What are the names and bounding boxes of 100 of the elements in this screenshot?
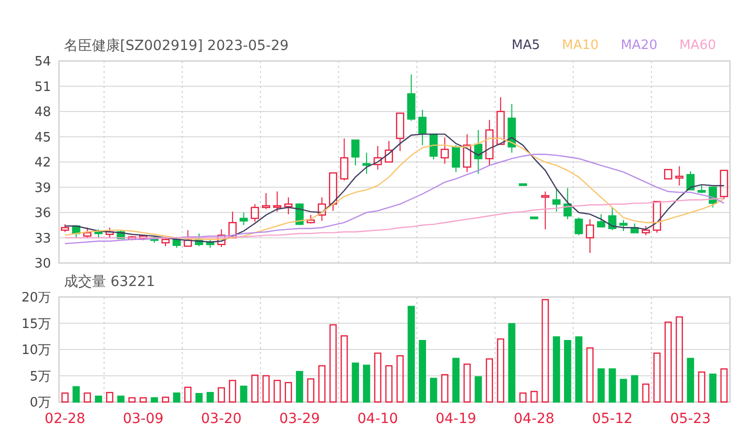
chart-title: 成交量 63221	[64, 272, 155, 292]
volume-bar	[575, 336, 582, 403]
volume-bar	[284, 382, 292, 403]
axis-tick-label: 36	[34, 206, 51, 221]
volume-bar	[106, 392, 114, 403]
candlestick	[452, 144, 460, 173]
candlestick	[351, 140, 360, 166]
candlestick	[463, 134, 472, 173]
volume-bar	[374, 352, 382, 403]
volume-bar	[195, 393, 203, 403]
volume-bar	[497, 338, 504, 403]
candlestick	[161, 236, 170, 247]
candlestick	[518, 183, 528, 186]
candlestick	[206, 238, 214, 248]
candlestick	[407, 74, 416, 122]
candlestick	[619, 220, 628, 232]
candlestick	[374, 146, 382, 170]
volume-bar	[385, 365, 393, 403]
candlestick	[664, 168, 672, 180]
volume-bar	[519, 392, 527, 403]
date-label: 03-20	[201, 411, 242, 427]
volume-bar	[430, 378, 438, 403]
volume-bar	[720, 368, 728, 403]
candlestick	[172, 236, 181, 248]
candlestick	[597, 214, 606, 228]
axis-tick-label: 5万	[30, 369, 51, 384]
volume-bar	[698, 371, 706, 403]
volume-bar	[274, 380, 281, 403]
candlestick	[642, 225, 650, 236]
candlestick	[328, 172, 338, 212]
candlestick	[630, 222, 639, 234]
date-label: 02-28	[44, 411, 86, 427]
axis-tick-label: 15万	[21, 316, 51, 332]
candlestick	[675, 166, 684, 186]
volume-bar	[653, 352, 661, 403]
candlestick	[586, 218, 594, 254]
candlestick	[430, 134, 438, 160]
axis-tick-label: 51	[34, 80, 51, 95]
date-label: 04-10	[357, 411, 398, 427]
volume-bar	[564, 340, 572, 403]
candlestick	[60, 224, 70, 232]
volume-bar	[84, 392, 91, 403]
date-label: 03-29	[279, 411, 320, 427]
legend-label: MA20	[620, 37, 658, 56]
volume-bar	[150, 397, 158, 403]
volume-bar	[631, 375, 638, 403]
volume-bar	[464, 364, 471, 403]
volume-bar	[586, 347, 594, 403]
candlestick	[306, 214, 315, 224]
volume-bar	[184, 386, 192, 403]
candlestick	[228, 211, 237, 240]
candlestick	[686, 170, 695, 190]
candlestick	[273, 190, 282, 212]
volume-bar	[362, 364, 370, 403]
candlestick	[698, 184, 706, 194]
axis-tick-label: 33	[34, 231, 51, 246]
axis-tick-label: 20万	[21, 292, 51, 306]
volume-bar	[530, 390, 538, 403]
candlestick	[295, 202, 304, 226]
candlestick	[418, 109, 427, 146]
candlestick	[474, 130, 482, 174]
volume-bar	[72, 386, 80, 403]
date-label: 05-12	[592, 411, 633, 427]
candlestick	[608, 206, 616, 231]
volume-bar	[418, 340, 426, 403]
candlestick	[720, 170, 728, 200]
axis-tick-label: 45	[34, 130, 51, 146]
volume-bar	[340, 335, 348, 403]
candlestick	[83, 227, 92, 238]
volume-bar	[251, 374, 258, 403]
candlestick	[530, 216, 538, 220]
candlestick	[496, 96, 505, 145]
volume-bar	[686, 358, 694, 403]
axis-tick-label: 54	[34, 56, 51, 70]
volume-bar	[642, 384, 650, 403]
candlestick	[552, 188, 561, 212]
candlestick	[362, 152, 371, 174]
legend-label: MA60	[679, 37, 716, 56]
legend-label: MA10	[562, 37, 599, 56]
chart-title: 名臣健康[SZ002919] 2023-05-29	[64, 36, 289, 56]
candlestick	[262, 192, 270, 210]
volume-bar	[240, 386, 248, 403]
volume-bar	[296, 370, 304, 403]
volume-bar	[307, 378, 314, 403]
candlestick	[541, 190, 550, 230]
volume-bar	[441, 374, 448, 403]
volume-bar	[162, 396, 170, 403]
axis-tick-label: 39	[34, 180, 51, 196]
candlestick	[652, 200, 662, 234]
date-label: 03-09	[122, 411, 164, 427]
volume-bar	[318, 365, 326, 403]
candlestick	[217, 228, 226, 248]
candlestick	[72, 225, 80, 238]
candlestick	[318, 196, 326, 222]
volume-bar	[228, 380, 236, 403]
candlestick	[574, 217, 583, 236]
legend-label: MA5	[512, 37, 540, 56]
date-label: 04-28	[514, 411, 554, 427]
candlestick	[139, 234, 148, 241]
candlestick	[240, 212, 248, 226]
